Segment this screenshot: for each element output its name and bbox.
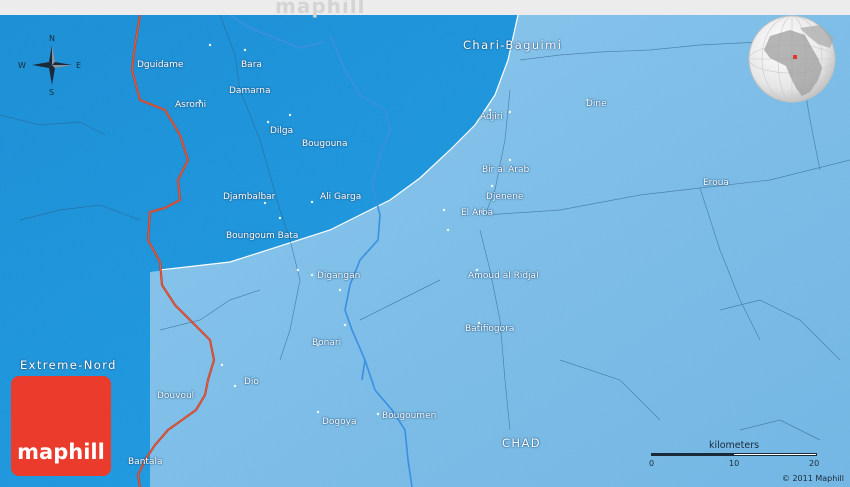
compass-south-label: S: [49, 88, 55, 97]
place-label[interactable]: Dogoya: [322, 417, 357, 427]
place-label[interactable]: Djenene: [486, 192, 523, 202]
place-label[interactable]: Boungoum Bata: [226, 231, 298, 241]
region-label-chari-baguimi: Chari-Baguimi: [463, 38, 563, 52]
top-bar: maphill: [0, 0, 850, 18]
place-label[interactable]: El Arba: [461, 208, 493, 218]
scale-tick: 20: [809, 459, 820, 468]
place-label[interactable]: Bantala: [128, 457, 162, 467]
locator-globe: [748, 15, 836, 103]
scale-tick: 10: [729, 459, 740, 468]
place-label[interactable]: Djambalbar: [223, 192, 275, 202]
place-label[interactable]: Adjiri: [480, 112, 503, 122]
region-label-extreme-nord: Extreme-Nord: [20, 358, 117, 372]
place-label[interactable]: Digangan: [317, 271, 360, 281]
place-label[interactable]: Amoud al Ridjal: [468, 271, 539, 281]
place-label[interactable]: Dine: [586, 99, 607, 109]
place-label[interactable]: Bougoumen: [382, 411, 436, 421]
compass-north-label: N: [49, 34, 55, 43]
place-label[interactable]: Bir al Arab: [482, 165, 529, 175]
scale-bar: kilometers 0 10 20: [649, 440, 819, 476]
compass-west-label: W: [18, 61, 26, 70]
place-label[interactable]: Damarna: [229, 86, 271, 96]
place-label[interactable]: Dilga: [270, 126, 293, 136]
scale-title: kilometers: [708, 440, 760, 451]
place-label[interactable]: Ali Garga: [320, 192, 361, 202]
region-label-chad: CHAD: [502, 436, 541, 450]
place-label[interactable]: Asromi: [175, 100, 206, 110]
place-label[interactable]: Bara: [241, 60, 262, 70]
watermark-text: maphill: [275, 0, 366, 18]
maphill-logo[interactable]: maphill: [11, 376, 111, 476]
scale-bar-graphic: [651, 453, 817, 456]
place-label[interactable]: Bonari: [312, 338, 341, 348]
place-label[interactable]: Dio: [244, 377, 259, 387]
place-label[interactable]: Eroua: [703, 178, 729, 188]
place-label[interactable]: Dguidame: [137, 60, 183, 70]
scale-tick: 0: [649, 459, 655, 468]
copyright-text: © 2011 Maphill: [781, 474, 844, 483]
compass-east-label: E: [76, 61, 82, 70]
map-canvas[interactable]: maphill N S E W Chari-Baguimi Extreme-No…: [0, 0, 850, 487]
logo-text: maphill: [17, 440, 105, 464]
place-label[interactable]: Bougouna: [302, 139, 348, 149]
place-label[interactable]: Batifiogora: [465, 324, 514, 334]
place-label[interactable]: Douvoul: [157, 391, 194, 401]
